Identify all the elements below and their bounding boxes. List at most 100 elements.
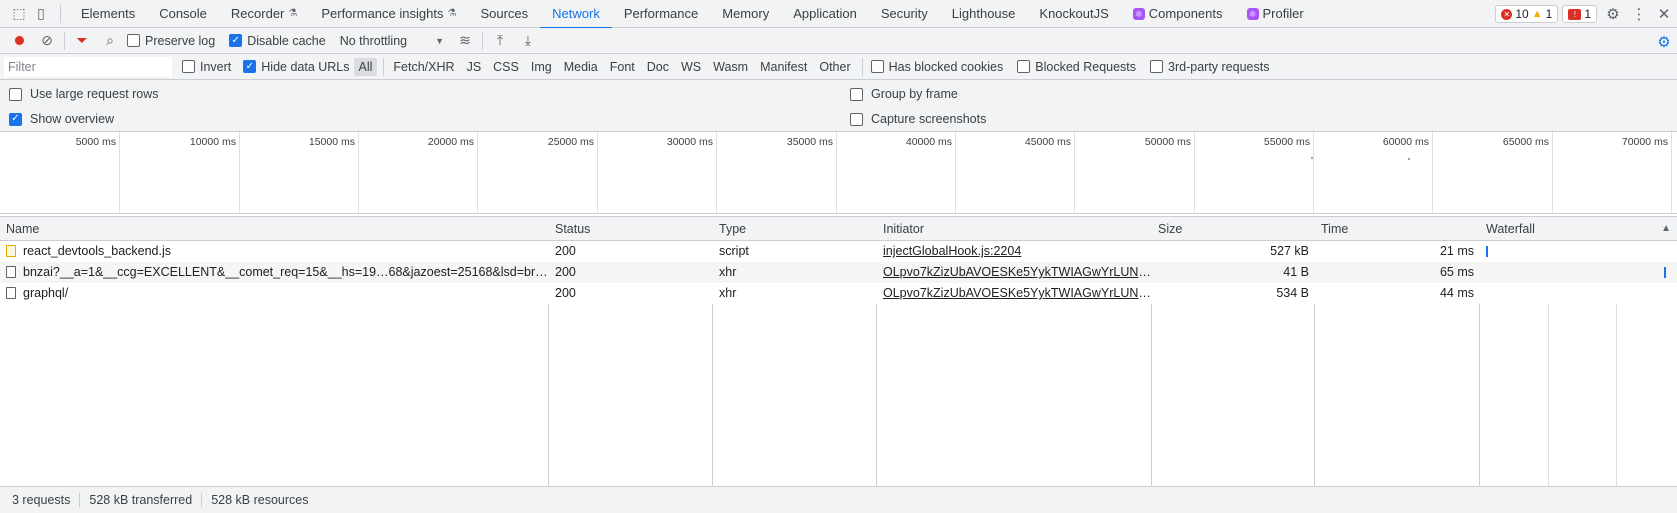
column-header-status[interactable]: Status	[549, 217, 590, 241]
disable-cache-checkbox[interactable]: ✓ Disable cache	[229, 34, 326, 48]
filter-type-other[interactable]: Other	[814, 58, 855, 76]
column-header-size[interactable]: Size	[1152, 217, 1182, 241]
show-overview-checkbox[interactable]: ✓ Show overview	[9, 112, 114, 126]
close-icon[interactable]: ✕	[1653, 0, 1675, 28]
filter-type-manifest[interactable]: Manifest	[755, 58, 812, 76]
tab-console[interactable]: Console	[147, 0, 219, 28]
network-overview-timeline[interactable]: 5000 ms 10000 ms 15000 ms 20000 ms 25000 ms 3…	[0, 132, 1677, 214]
tab-memory[interactable]: Memory	[710, 0, 781, 28]
tab-performance-insights[interactable]: Performance insights ⚗	[309, 0, 468, 28]
preserve-log-checkbox[interactable]: Preserve log	[127, 34, 215, 48]
overview-tick-label: 70000 ms	[1621, 136, 1668, 148]
cell-text: xhr	[719, 265, 737, 279]
filter-type-all[interactable]: All	[353, 57, 378, 76]
third-party-requests-checkbox[interactable]: 3rd-party requests	[1150, 60, 1269, 74]
invert-checkbox[interactable]: Invert	[182, 60, 231, 74]
hide-data-urls-box[interactable]: ✓	[243, 60, 257, 73]
large-rows-box[interactable]	[9, 87, 22, 101]
clear-button[interactable]: ⊘	[36, 30, 58, 52]
filter-type-js[interactable]: JS	[462, 58, 487, 76]
cell-name[interactable]: graphql/	[0, 283, 549, 304]
filter-type-css[interactable]: CSS	[488, 58, 524, 76]
inspect-element-icon[interactable]: ⬚	[8, 0, 30, 28]
cell-name[interactable]: bnzai?__a=1&__ccg=EXCELLENT&__comet_req=…	[0, 262, 549, 283]
blocked-requests-box[interactable]	[1017, 60, 1031, 73]
filter-type-wasm[interactable]: Wasm	[708, 58, 753, 76]
cell-initiator[interactable]: OLpvo7kZizUbAVOESKe5YykTWIAGwYrLUNI…	[877, 262, 1152, 283]
group-by-frame-box[interactable]	[850, 87, 863, 101]
column-header-name[interactable]: Name	[0, 217, 39, 241]
device-toolbar-icon[interactable]: ▯	[30, 0, 52, 28]
tab-profiler[interactable]: ⚛ Profiler	[1235, 0, 1316, 28]
filter-type-media[interactable]: Media	[559, 58, 603, 76]
filter-type-doc[interactable]: Doc	[642, 58, 674, 76]
tab-elements[interactable]: Elements	[69, 0, 147, 28]
network-conditions-button[interactable]: ≋	[454, 30, 476, 52]
filter-input[interactable]	[4, 56, 172, 77]
waterfall-bar	[1663, 267, 1666, 278]
group-by-frame-checkbox[interactable]: Group by frame	[850, 87, 958, 101]
overview-gridline	[1432, 132, 1433, 213]
cell-text: 21 ms	[1439, 244, 1474, 258]
filter-button[interactable]: ⏷	[71, 30, 93, 52]
blocked-requests-checkbox[interactable]: Blocked Requests	[1017, 60, 1136, 74]
filter-type-font[interactable]: Font	[605, 58, 640, 76]
column-header-waterfall[interactable]: Waterfall	[1480, 217, 1535, 241]
tab-application[interactable]: Application	[781, 0, 869, 28]
export-har-button[interactable]: ⤓	[517, 30, 539, 52]
network-settings-gear-icon[interactable]: ⚙	[1653, 28, 1675, 56]
column-header-type[interactable]: Type	[713, 217, 746, 241]
disable-cache-box[interactable]: ✓	[229, 34, 243, 47]
clear-icon: ⊘	[41, 32, 53, 48]
table-row[interactable]: react_devtools_backend.js 200 script inject…	[0, 241, 1677, 262]
cell-text: graphql/	[23, 286, 69, 300]
tab-components[interactable]: ⚛ Components	[1121, 0, 1235, 28]
capture-screenshots-checkbox[interactable]: Capture screenshots	[850, 112, 986, 126]
requests-table: Name Status Type Initiator Size Time Wat…	[0, 216, 1677, 486]
tab-lighthouse[interactable]: Lighthouse	[940, 0, 1028, 28]
cell-name[interactable]: react_devtools_backend.js	[0, 241, 549, 262]
issues-counter[interactable]: ! 1	[1562, 5, 1597, 23]
show-overview-box[interactable]: ✓	[9, 112, 22, 126]
filter-type-ws[interactable]: WS	[676, 58, 706, 76]
tab-knockoutjs[interactable]: KnockoutJS	[1027, 0, 1120, 28]
gear-icon[interactable]: ⚙	[1602, 0, 1624, 28]
large-rows-checkbox[interactable]: Use large request rows	[9, 87, 159, 101]
overview-gridline	[239, 132, 240, 213]
overview-gridline	[1552, 132, 1553, 213]
filter-type-fetch-xhr[interactable]: Fetch/XHR	[388, 58, 459, 76]
third-party-requests-box[interactable]	[1150, 60, 1164, 73]
issue-counters[interactable]: ✕ 10 ▲ 1 ! 1	[1495, 5, 1597, 23]
column-header-initiator[interactable]: Initiator	[877, 217, 924, 241]
divider	[482, 31, 484, 50]
search-icon: ⌕	[106, 32, 114, 48]
tab-network[interactable]: Network	[540, 0, 612, 29]
error-warning-counter[interactable]: ✕ 10 ▲ 1	[1495, 5, 1559, 23]
table-row[interactable]: graphql/200 xhr OLpvo7kZizUbAVOESKe5YykTWI…	[0, 283, 1677, 304]
hide-data-urls-checkbox[interactable]: ✓ Hide data URLs	[243, 60, 350, 74]
table-header: Name Status Type Initiator Size Time Wat…	[0, 217, 1677, 241]
tab-recorder[interactable]: Recorder ⚗	[219, 0, 309, 28]
import-har-button[interactable]: ⤒	[489, 30, 511, 52]
sort-ascending-icon[interactable]: ▲	[1661, 223, 1671, 234]
more-options-icon[interactable]: ⋮	[1628, 0, 1650, 28]
cell-initiator[interactable]: OLpvo7kZizUbAVOESKe5YykTWIAGwYrLUNI…	[877, 283, 1152, 304]
tab-sources[interactable]: Sources	[468, 0, 540, 28]
preserve-log-box[interactable]	[127, 34, 140, 47]
search-button[interactable]: ⌕	[99, 30, 121, 52]
capture-screenshots-box[interactable]	[850, 112, 863, 126]
invert-box[interactable]	[182, 60, 195, 73]
cell-size: 527 kB	[1152, 241, 1315, 262]
throttling-select[interactable]: No throttling ▼	[340, 34, 444, 48]
cell-initiator[interactable]: injectGlobalHook.js:2204	[877, 241, 1152, 262]
tab-performance[interactable]: Performance	[612, 0, 710, 28]
filter-type-img[interactable]: Img	[526, 58, 557, 76]
table-row[interactable]: bnzai?__a=1&__ccg=EXCELLENT&__comet_req=…	[0, 262, 1677, 283]
tab-label: Sources	[480, 6, 529, 21]
tab-security[interactable]: Security	[869, 0, 940, 28]
column-header-time[interactable]: Time	[1315, 217, 1348, 241]
has-blocked-cookies-box[interactable]	[870, 60, 884, 73]
error-count: 10	[1515, 7, 1529, 21]
has-blocked-cookies-checkbox[interactable]: Has blocked cookies	[870, 60, 1003, 74]
record-button[interactable]	[8, 30, 30, 52]
